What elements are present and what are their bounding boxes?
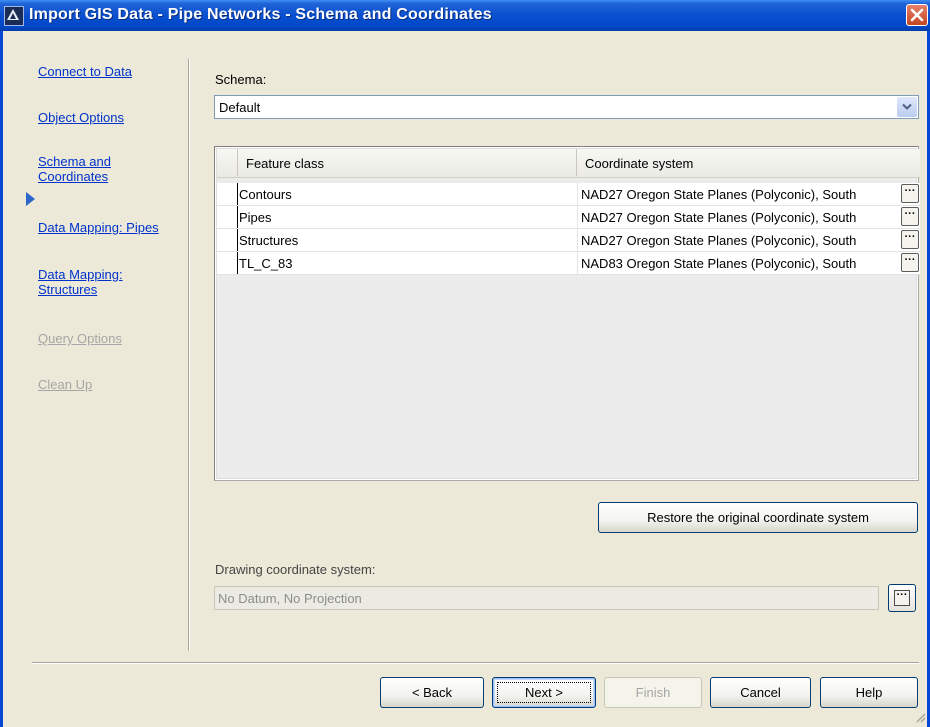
ellipsis-icon: ···	[894, 590, 910, 606]
back-button[interactable]: < Back	[380, 677, 484, 708]
feature-class-cell: Contours	[239, 187, 292, 202]
footer-divider	[32, 662, 919, 664]
dropdown-button[interactable]	[897, 97, 917, 117]
column-header-label: Coordinate system	[585, 156, 694, 171]
title-bar: Import GIS Data - Pipe Networks - Schema…	[0, 0, 930, 31]
close-icon	[910, 8, 924, 22]
nav-divider	[188, 59, 190, 651]
browse-coordinate-button[interactable]: ···	[901, 230, 919, 249]
coordinate-system-cell: NAD83 Oregon State Planes (Polyconic), S…	[581, 256, 857, 271]
coordinate-system-cell: NAD27 Oregon State Planes (Polyconic), S…	[581, 210, 857, 225]
close-button[interactable]	[906, 4, 928, 26]
next-button[interactable]: Next >	[492, 677, 596, 708]
focus-rect	[497, 682, 591, 703]
drawing-cs-field: No Datum, No Projection	[214, 586, 879, 610]
feature-class-grid: Feature class Coordinate system Contours…	[214, 146, 920, 481]
nav-object-options[interactable]: Object Options	[38, 110, 188, 126]
table-row[interactable]: TL_C_83 NAD83 Oregon State Planes (Polyc…	[217, 252, 920, 275]
current-step-arrow-icon	[26, 192, 35, 206]
schema-label: Schema:	[215, 72, 267, 87]
grid-header: Feature class Coordinate system	[217, 149, 920, 178]
window-frame-left	[0, 31, 3, 727]
nav-connect-to-data[interactable]: Connect to Data	[38, 64, 188, 80]
drawing-cs-label: Drawing coordinate system:	[215, 562, 376, 577]
window-title: Import GIS Data - Pipe Networks - Schema…	[29, 6, 492, 23]
column-header-label: Feature class	[246, 156, 325, 171]
drawing-cs-value: No Datum, No Projection	[218, 591, 362, 606]
coordinate-system-cell: NAD27 Oregon State Planes (Polyconic), S…	[581, 187, 857, 202]
resize-grip-icon[interactable]	[914, 711, 926, 723]
row-header	[217, 206, 238, 228]
feature-class-cell: Pipes	[239, 210, 272, 225]
row-header-corner	[217, 149, 238, 176]
feature-class-cell: TL_C_83	[239, 256, 293, 271]
table-row[interactable]: Pipes NAD27 Oregon State Planes (Polycon…	[217, 206, 920, 229]
browse-coordinate-button[interactable]: ···	[901, 207, 919, 226]
help-button[interactable]: Help	[820, 677, 918, 708]
nav-query-options: Query Options	[38, 331, 122, 346]
chevron-down-icon	[902, 103, 912, 110]
cancel-button[interactable]: Cancel	[710, 677, 811, 708]
browse-coordinate-button[interactable]: ···	[901, 253, 919, 272]
app-icon	[4, 6, 24, 26]
coordinate-system-cell: NAD27 Oregon State Planes (Polyconic), S…	[581, 233, 857, 248]
restore-coordinate-system-button[interactable]: Restore the original coordinate system	[598, 502, 918, 533]
grid-body: Feature class Coordinate system Contours…	[216, 148, 920, 479]
row-header	[217, 183, 238, 205]
cell-divider	[577, 252, 578, 274]
table-row[interactable]: Contours NAD27 Oregon State Planes (Poly…	[217, 183, 920, 206]
table-row[interactable]: Structures NAD27 Oregon State Planes (Po…	[217, 229, 920, 252]
nav-schema-and-coordinates[interactable]: Schema and Coordinates	[38, 154, 188, 184]
cell-divider	[577, 229, 578, 251]
cell-divider	[577, 183, 578, 205]
finish-button: Finish	[604, 677, 702, 708]
schema-value: Default	[219, 100, 261, 115]
row-header	[217, 229, 238, 251]
browse-coordinate-button[interactable]: ···	[901, 184, 919, 203]
feature-class-cell: Structures	[239, 233, 299, 248]
nav-data-mapping-pipes[interactable]: Data Mapping: Pipes	[38, 220, 188, 236]
cell-divider	[577, 206, 578, 228]
nav-data-mapping-structures[interactable]: Data Mapping: Structures	[38, 267, 188, 297]
row-header	[217, 252, 238, 274]
column-header-coordinate-system[interactable]: Coordinate system	[577, 149, 917, 176]
schema-dropdown[interactable]: Default	[214, 95, 919, 119]
column-header-feature-class[interactable]: Feature class	[238, 149, 577, 176]
browse-drawing-cs-button[interactable]: ···	[888, 584, 916, 612]
nav-clean-up: Clean Up	[38, 377, 93, 392]
